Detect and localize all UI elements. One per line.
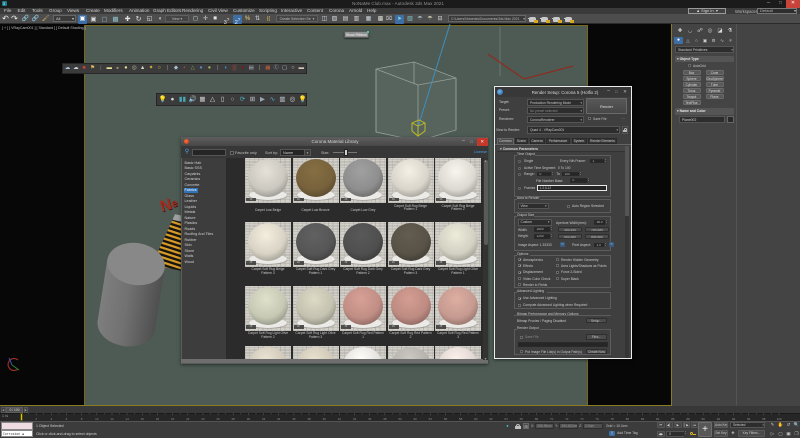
svg-text:Ne: Ne (158, 194, 180, 216)
